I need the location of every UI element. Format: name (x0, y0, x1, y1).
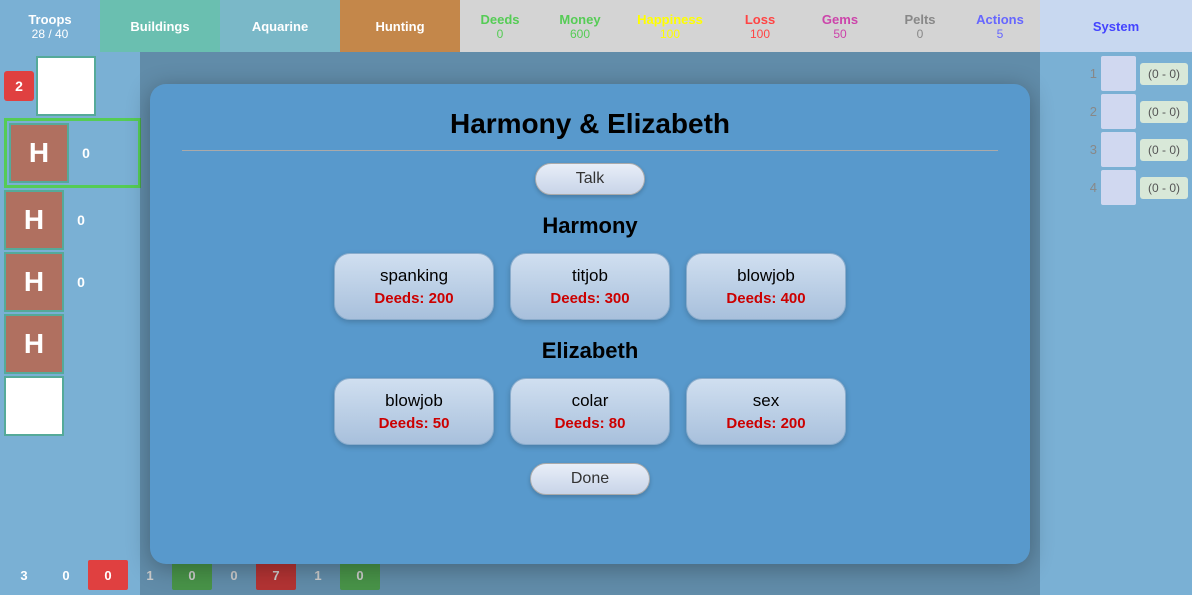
tab-pelts[interactable]: Pelts 0 (880, 0, 960, 52)
harmony-action-blowjob-cost: Deeds: 400 (711, 290, 821, 307)
right-label-4: 4 (1090, 180, 1097, 195)
harmony-action-spanking-cost: Deeds: 200 (359, 290, 469, 307)
sidebar-row-1: 2 (4, 56, 141, 116)
deeds-value: 0 (497, 27, 504, 41)
bottom-cell-1: 3 (4, 560, 44, 590)
right-range-1: (0 - 0) (1140, 63, 1188, 85)
tab-buildings[interactable]: Buildings (100, 0, 220, 52)
right-num-3 (1101, 132, 1136, 167)
elizabeth-action-sex-cost: Deeds: 200 (711, 415, 821, 432)
buildings-label: Buildings (130, 19, 189, 34)
harmony-action-spanking-name: spanking (359, 266, 469, 286)
elizabeth-action-blowjob-cost: Deeds: 50 (359, 415, 469, 432)
sidebar-row-5[interactable]: H (4, 314, 141, 374)
hunting-label: Hunting (375, 19, 424, 34)
tab-troops[interactable]: Troops 28 / 40 (0, 0, 100, 52)
sidebar-row-6 (4, 376, 141, 436)
tab-gems[interactable]: Gems 50 (800, 0, 880, 52)
pelts-label: Pelts (904, 12, 935, 27)
sidebar-badge-2: 0 (71, 138, 101, 168)
right-num-2 (1101, 94, 1136, 129)
avatar-h-4[interactable]: H (4, 314, 64, 374)
bottom-cell-2: 0 (46, 560, 86, 590)
tab-hunting[interactable]: Hunting (340, 0, 460, 52)
done-button-wrap: Done (182, 463, 998, 495)
aquarine-label: Aquarine (252, 19, 308, 34)
talk-button-wrap: Talk (182, 163, 998, 195)
harmony-action-titjob[interactable]: titjob Deeds: 300 (510, 253, 670, 320)
elizabeth-action-colar-cost: Deeds: 80 (535, 415, 645, 432)
modal-overlay: Harmony & Elizabeth Talk Harmony spankin… (140, 52, 1040, 595)
tab-happiness[interactable]: Happiness 100 (620, 0, 720, 52)
elizabeth-action-blowjob-name: blowjob (359, 391, 469, 411)
harmony-section-label: Harmony (182, 213, 998, 239)
gems-value: 50 (833, 27, 846, 41)
pelts-value: 0 (917, 27, 924, 41)
tab-loss[interactable]: Loss 100 (720, 0, 800, 52)
tab-deeds[interactable]: Deeds 0 (460, 0, 540, 52)
sidebar-row-3[interactable]: H 0 (4, 190, 141, 250)
sidebar-row-4[interactable]: H 0 (4, 252, 141, 312)
money-label: Money (559, 12, 600, 27)
right-range-4: (0 - 0) (1140, 177, 1188, 199)
elizabeth-action-sex[interactable]: sex Deeds: 200 (686, 378, 846, 445)
happiness-label: Happiness (637, 12, 703, 27)
elizabeth-action-sex-name: sex (711, 391, 821, 411)
elizabeth-actions-grid: blowjob Deeds: 50 colar Deeds: 80 sex De… (182, 378, 998, 445)
harmony-action-titjob-name: titjob (535, 266, 645, 286)
left-sidebar: 2 H 0 H 0 H 0 H (0, 52, 145, 595)
gems-label: Gems (822, 12, 858, 27)
avatar-h-1[interactable]: H (9, 123, 69, 183)
sidebar-row-2[interactable]: H 0 (4, 118, 141, 188)
troops-label: Troops (28, 12, 71, 27)
elizabeth-action-blowjob[interactable]: blowjob Deeds: 50 (334, 378, 494, 445)
harmony-action-titjob-cost: Deeds: 300 (535, 290, 645, 307)
right-label-3: 3 (1090, 142, 1097, 157)
tab-system[interactable]: System (1040, 0, 1192, 52)
right-num-4 (1101, 170, 1136, 205)
talk-button[interactable]: Talk (535, 163, 645, 195)
right-num-1 (1101, 56, 1136, 91)
avatar-h-2[interactable]: H (4, 190, 64, 250)
money-value: 600 (570, 27, 590, 41)
right-range-2: (0 - 0) (1140, 101, 1188, 123)
troops-count: 28 / 40 (32, 27, 69, 41)
right-range-3: (0 - 0) (1140, 139, 1188, 161)
avatar-h-3[interactable]: H (4, 252, 64, 312)
harmony-action-blowjob-name: blowjob (711, 266, 821, 286)
modal-title: Harmony & Elizabeth (182, 108, 998, 151)
bottom-cell-3: 0 (88, 560, 128, 590)
modal-dialog: Harmony & Elizabeth Talk Harmony spankin… (150, 84, 1030, 564)
loss-value: 100 (750, 27, 770, 41)
avatar-empty-2 (4, 376, 64, 436)
tab-aquarine[interactable]: Aquarine (220, 0, 340, 52)
avatar-empty-1 (36, 56, 96, 116)
loss-label: Loss (745, 12, 775, 27)
top-bar: Troops 28 / 40 Buildings Aquarine Huntin… (0, 0, 1192, 52)
sidebar-badge-4: 0 (66, 267, 96, 297)
actions-value: 5 (997, 27, 1004, 41)
harmony-action-spanking[interactable]: spanking Deeds: 200 (334, 253, 494, 320)
elizabeth-action-colar-name: colar (535, 391, 645, 411)
right-label-2: 2 (1090, 104, 1097, 119)
right-label-1: 1 (1090, 66, 1097, 81)
happiness-value: 100 (660, 27, 680, 41)
actions-label: Actions (976, 12, 1024, 27)
harmony-actions-grid: spanking Deeds: 200 titjob Deeds: 300 bl… (182, 253, 998, 320)
elizabeth-section-label: Elizabeth (182, 338, 998, 364)
sidebar-badge-3: 0 (66, 205, 96, 235)
done-button[interactable]: Done (530, 463, 650, 495)
deeds-label: Deeds (480, 12, 519, 27)
elizabeth-action-colar[interactable]: colar Deeds: 80 (510, 378, 670, 445)
tab-money[interactable]: Money 600 (540, 0, 620, 52)
system-label: System (1093, 19, 1139, 34)
harmony-action-blowjob[interactable]: blowjob Deeds: 400 (686, 253, 846, 320)
tab-actions[interactable]: Actions 5 (960, 0, 1040, 52)
sidebar-badge-1: 2 (4, 71, 34, 101)
